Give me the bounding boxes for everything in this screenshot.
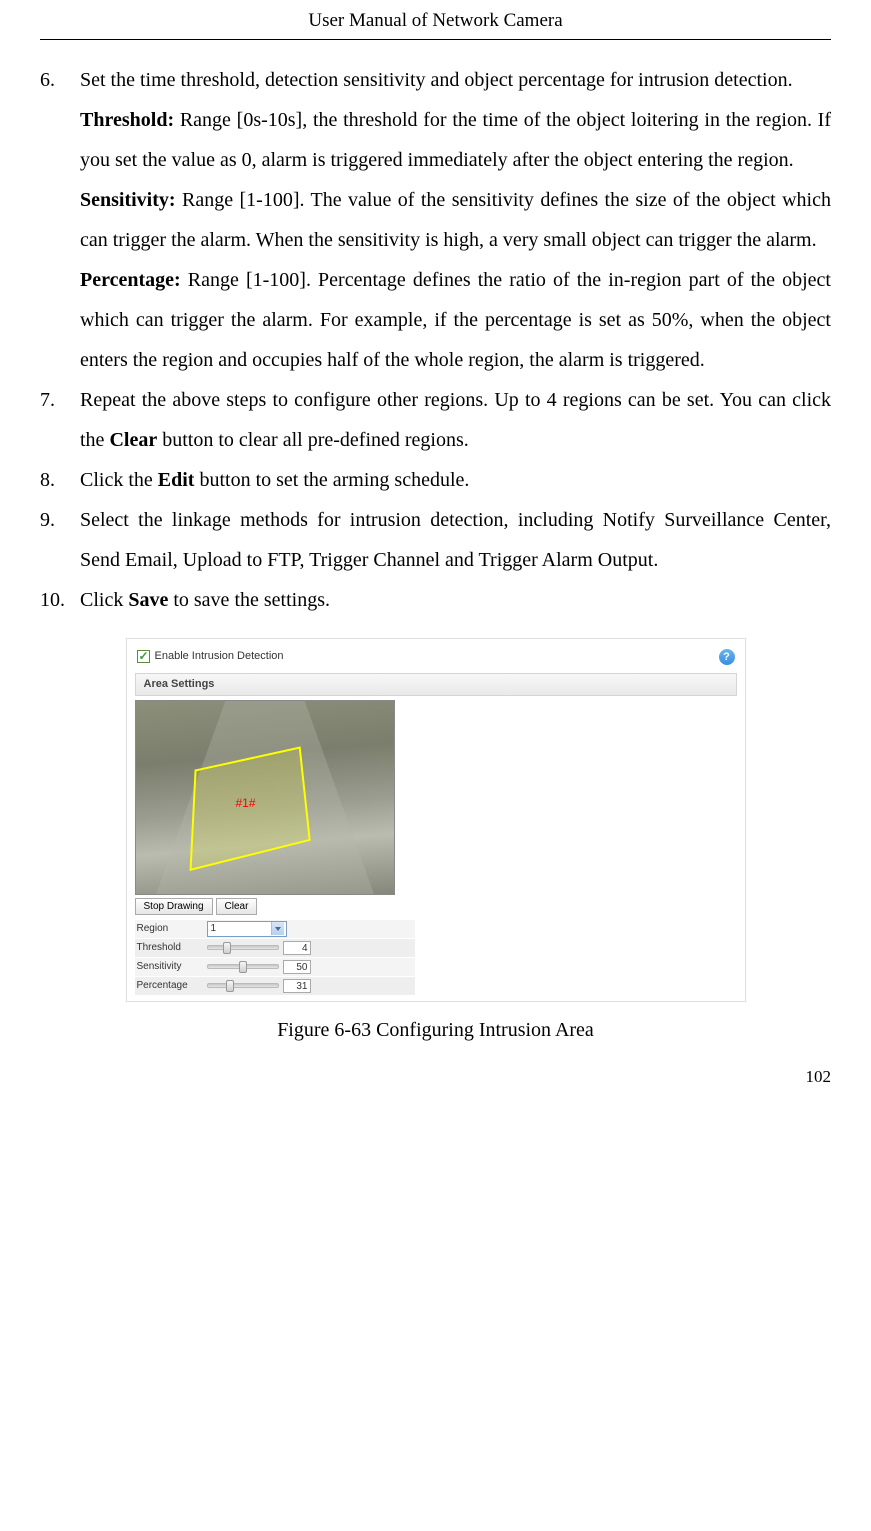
item7-text-b: button to clear all pre-defined regions. (157, 429, 469, 451)
item6-intro: Set the time threshold, detection sensit… (80, 60, 831, 100)
region-row: Region 1 (135, 919, 415, 938)
percentage-slider[interactable] (207, 979, 279, 993)
list-item-8: 8. Click the Edit button to set the armi… (40, 460, 831, 500)
threshold-text: Range [0s-10s], the threshold for the ti… (80, 109, 831, 171)
percentage-setting-label: Percentage (135, 980, 207, 992)
preview-overlay (136, 701, 394, 895)
item6-sensitivity: Sensitivity: Range [1-100]. The value of… (80, 180, 831, 260)
list-number: 7. (40, 380, 80, 460)
chevron-down-icon (271, 922, 284, 935)
percentage-text: Range [1-100]. Percentage defines the ra… (80, 269, 831, 371)
clear-button[interactable]: Clear (216, 898, 258, 915)
sensitivity-slider[interactable] (207, 960, 279, 974)
threshold-slider-thumb[interactable] (223, 942, 231, 954)
percentage-label: Percentage: (80, 269, 181, 291)
sensitivity-row: Sensitivity 50 (135, 957, 415, 976)
region-value: 1 (211, 923, 217, 935)
item10-text-b: to save the settings. (168, 589, 330, 611)
instruction-list: 6. Set the time threshold, detection sen… (40, 60, 831, 620)
enable-intrusion-checkbox[interactable] (137, 650, 150, 663)
enable-intrusion-label: Enable Intrusion Detection (155, 650, 284, 663)
list-number: 8. (40, 460, 80, 500)
list-item-7: 7. Repeat the above steps to configure o… (40, 380, 831, 460)
threshold-setting-label: Threshold (135, 942, 207, 954)
list-number: 10. (40, 580, 80, 620)
sensitivity-label: Sensitivity: (80, 189, 176, 211)
item6-threshold: Threshold: Range [0s-10s], the threshold… (80, 100, 831, 180)
stop-drawing-button[interactable]: Stop Drawing (135, 898, 213, 915)
item10-bold: Save (128, 589, 168, 611)
figure-caption: Figure 6-63 Configuring Intrusion Area (40, 1016, 831, 1044)
region-dropdown[interactable]: 1 (207, 921, 287, 937)
item8-text-b: button to set the arming schedule. (194, 469, 469, 491)
percentage-value[interactable]: 31 (283, 979, 311, 993)
list-item-9: 9. Select the linkage methods for intrus… (40, 500, 831, 580)
enable-row: Enable Intrusion Detection ? (135, 645, 737, 669)
sensitivity-value[interactable]: 50 (283, 960, 311, 974)
item6-percentage: Percentage: Range [1-100]. Percentage de… (80, 260, 831, 380)
list-content: Click Save to save the settings. (80, 580, 831, 620)
threshold-row: Threshold 4 (135, 938, 415, 957)
area-settings-header: Area Settings (135, 673, 737, 696)
percentage-slider-thumb[interactable] (226, 980, 234, 992)
list-item-10: 10. Click Save to save the settings. (40, 580, 831, 620)
sensitivity-slider-thumb[interactable] (239, 961, 247, 973)
sensitivity-text: Range [1-100]. The value of the sensitiv… (80, 189, 831, 251)
sensitivity-setting-label: Sensitivity (135, 961, 207, 973)
item8-bold: Edit (158, 469, 195, 491)
list-content: Repeat the above steps to configure othe… (80, 380, 831, 460)
region-marker-label: #1# (236, 796, 256, 810)
threshold-label: Threshold: (80, 109, 174, 131)
item10-text-a: Click (80, 589, 128, 611)
region-label: Region (135, 923, 207, 935)
list-number: 9. (40, 500, 80, 580)
list-number: 6. (40, 60, 80, 380)
camera-preview[interactable]: #1# (135, 700, 395, 895)
item7-bold: Clear (109, 429, 157, 451)
list-content: Set the time threshold, detection sensit… (80, 60, 831, 380)
item8-text-a: Click the (80, 469, 158, 491)
page-header-title: User Manual of Network Camera (40, 0, 831, 40)
settings-table: Region 1 Threshold 4 Sensitivity (135, 919, 415, 995)
item9-text: Select the linkage methods for intrusion… (80, 500, 831, 580)
help-icon[interactable]: ? (719, 649, 735, 665)
list-content: Select the linkage methods for intrusion… (80, 500, 831, 580)
page-number: 102 (40, 1060, 831, 1094)
threshold-value[interactable]: 4 (283, 941, 311, 955)
list-item-6: 6. Set the time threshold, detection sen… (40, 60, 831, 380)
percentage-row: Percentage 31 (135, 976, 415, 995)
intrusion-config-panel: Enable Intrusion Detection ? Area Settin… (126, 638, 746, 1002)
drawing-buttons: Stop Drawing Clear (135, 898, 737, 915)
threshold-slider[interactable] (207, 941, 279, 955)
list-content: Click the Edit button to set the arming … (80, 460, 831, 500)
